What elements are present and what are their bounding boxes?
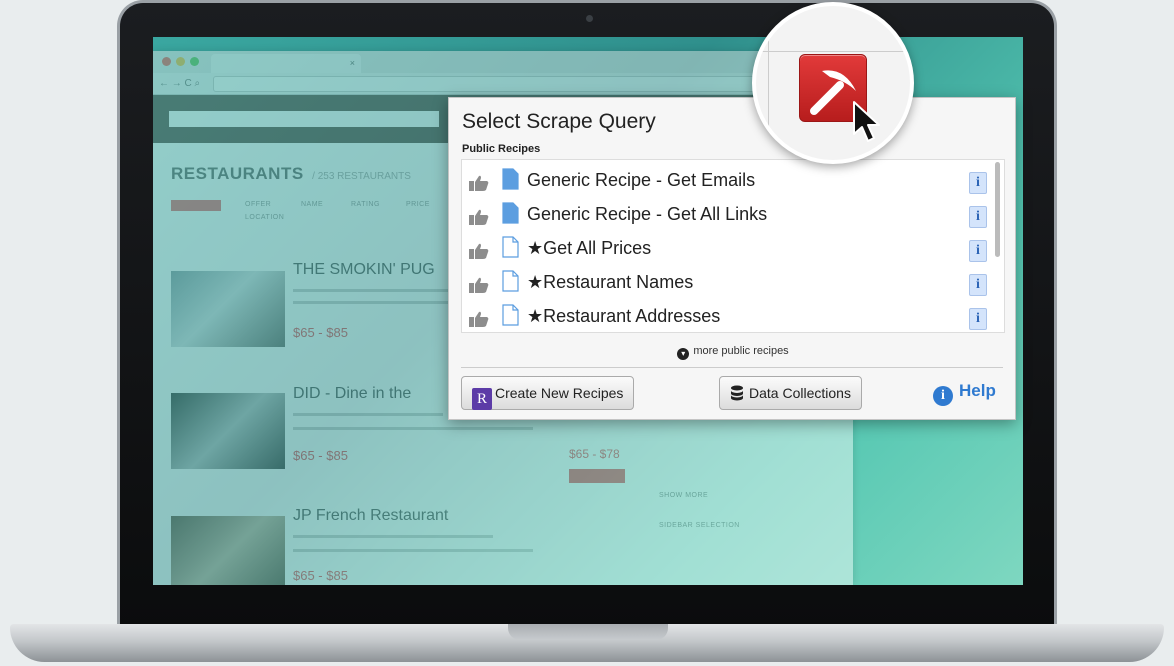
sort-rating[interactable]: RATING bbox=[351, 201, 380, 208]
recipe-list: Generic Recipe - Get Emails i Generic Reci… bbox=[461, 159, 1005, 333]
camera-icon bbox=[586, 15, 593, 22]
sidebar-selection-heading: SIDEBAR SELECTION bbox=[659, 522, 740, 529]
restaurant-price: $65 - $85 bbox=[293, 325, 348, 340]
thumbs-up-icon[interactable] bbox=[468, 174, 490, 192]
section-label: Public Recipes bbox=[462, 143, 541, 155]
recipe-app-icon: R bbox=[472, 388, 492, 410]
page-title: RESTAURANTS bbox=[171, 164, 304, 183]
browser-titlebar: × bbox=[153, 51, 853, 73]
chevron-down-circle-icon: ▾ bbox=[677, 348, 690, 360]
thumbs-up-icon[interactable] bbox=[468, 310, 490, 328]
toolbar-edge bbox=[768, 6, 769, 160]
create-recipes-button[interactable]: R Create New Recipes bbox=[461, 376, 635, 410]
sort-active-chip[interactable] bbox=[171, 200, 221, 211]
recipe-label[interactable]: ★Restaurant Names bbox=[527, 272, 693, 293]
sort-name[interactable]: NAME bbox=[301, 201, 323, 208]
document-icon bbox=[502, 168, 519, 190]
data-collections-label: Data Collections bbox=[749, 385, 851, 401]
recipe-row[interactable]: Generic Recipe - Get All Links i bbox=[462, 199, 992, 233]
more-recipes-link[interactable]: ▾ more public recipes bbox=[449, 345, 1017, 360]
document-icon bbox=[502, 236, 519, 258]
recipe-row[interactable]: ★Get All Prices i bbox=[462, 233, 992, 267]
recipe-row[interactable]: ★Restaurant Names i bbox=[462, 267, 992, 301]
text-line bbox=[293, 535, 493, 538]
minimize-window-icon[interactable] bbox=[176, 57, 185, 66]
show-more-link[interactable]: SHOW MORE bbox=[659, 492, 708, 499]
thumbs-up-icon[interactable] bbox=[468, 242, 490, 260]
sort-offer[interactable]: OFFER bbox=[245, 201, 271, 208]
text-line bbox=[293, 427, 533, 430]
text-line bbox=[293, 549, 533, 552]
popup-title: Select Scrape Query bbox=[462, 110, 656, 133]
toolbar-edge bbox=[756, 51, 910, 52]
recipe-label[interactable]: ★Get All Prices bbox=[527, 238, 651, 259]
info-icon[interactable]: i bbox=[969, 240, 987, 262]
data-collections-button[interactable]: Data Collections bbox=[719, 376, 862, 410]
mouse-cursor-icon bbox=[853, 101, 880, 142]
text-line bbox=[293, 413, 443, 416]
more-recipes-label: more public recipes bbox=[693, 345, 789, 357]
restaurant-image[interactable] bbox=[171, 271, 285, 347]
restaurant-count: / 253 RESTAURANTS bbox=[312, 171, 411, 182]
recipe-row[interactable]: Generic Recipe - Get Emails i bbox=[462, 165, 992, 199]
database-icon bbox=[731, 385, 743, 401]
maximize-window-icon[interactable] bbox=[190, 57, 199, 66]
divider bbox=[461, 367, 1003, 368]
browser-tab[interactable]: × bbox=[211, 54, 361, 73]
create-recipes-label: Create New Recipes bbox=[495, 385, 624, 401]
document-icon bbox=[502, 270, 519, 292]
details-button[interactable] bbox=[569, 469, 625, 483]
info-icon[interactable]: i bbox=[969, 172, 987, 194]
info-icon[interactable]: i bbox=[969, 206, 987, 228]
tab-close-icon[interactable]: × bbox=[350, 58, 355, 68]
restaurant-name[interactable]: DID - Dine in the bbox=[293, 385, 411, 403]
recipe-label[interactable]: ★Restaurant Addresses bbox=[527, 306, 720, 327]
info-icon[interactable]: i bbox=[969, 308, 987, 330]
restaurant-name[interactable]: THE SMOKIN' PUG bbox=[293, 261, 435, 279]
close-window-icon[interactable] bbox=[162, 57, 171, 66]
info-circle-icon: i bbox=[933, 386, 953, 406]
recipe-label[interactable]: Generic Recipe - Get All Links bbox=[527, 204, 767, 225]
scrape-query-popup: Select Scrape Query Public Recipes Gener… bbox=[448, 97, 1016, 420]
address-bar[interactable] bbox=[213, 76, 843, 92]
restaurant-image[interactable] bbox=[171, 393, 285, 469]
help-link[interactable]: i Help bbox=[933, 381, 996, 406]
help-label: Help bbox=[959, 381, 996, 400]
restaurant-average-price: $65 - $78 bbox=[569, 447, 620, 461]
document-icon bbox=[502, 304, 519, 326]
restaurant-name[interactable]: JP French Restaurant bbox=[293, 507, 448, 525]
nav-icons[interactable]: ← → C ⌕ bbox=[159, 78, 200, 89]
document-icon bbox=[502, 202, 519, 224]
thumbs-up-icon[interactable] bbox=[468, 208, 490, 226]
info-icon[interactable]: i bbox=[969, 274, 987, 296]
site-search-input[interactable] bbox=[169, 111, 439, 127]
sort-price[interactable]: PRICE bbox=[406, 201, 430, 208]
recipe-row[interactable]: ★Restaurant Addresses i bbox=[462, 301, 992, 332]
restaurant-image[interactable] bbox=[171, 516, 285, 585]
thumbs-up-icon[interactable] bbox=[468, 276, 490, 294]
restaurant-price: $65 - $85 bbox=[293, 448, 348, 463]
browser-toolbar: ← → C ⌕ bbox=[153, 73, 853, 95]
scrollbar[interactable] bbox=[995, 162, 1000, 257]
laptop-notch bbox=[508, 624, 668, 640]
sort-location[interactable]: LOCATION bbox=[245, 214, 284, 221]
magnifier-callout bbox=[752, 2, 914, 164]
restaurant-price: $65 - $85 bbox=[293, 568, 348, 583]
recipe-label[interactable]: Generic Recipe - Get Emails bbox=[527, 170, 755, 191]
